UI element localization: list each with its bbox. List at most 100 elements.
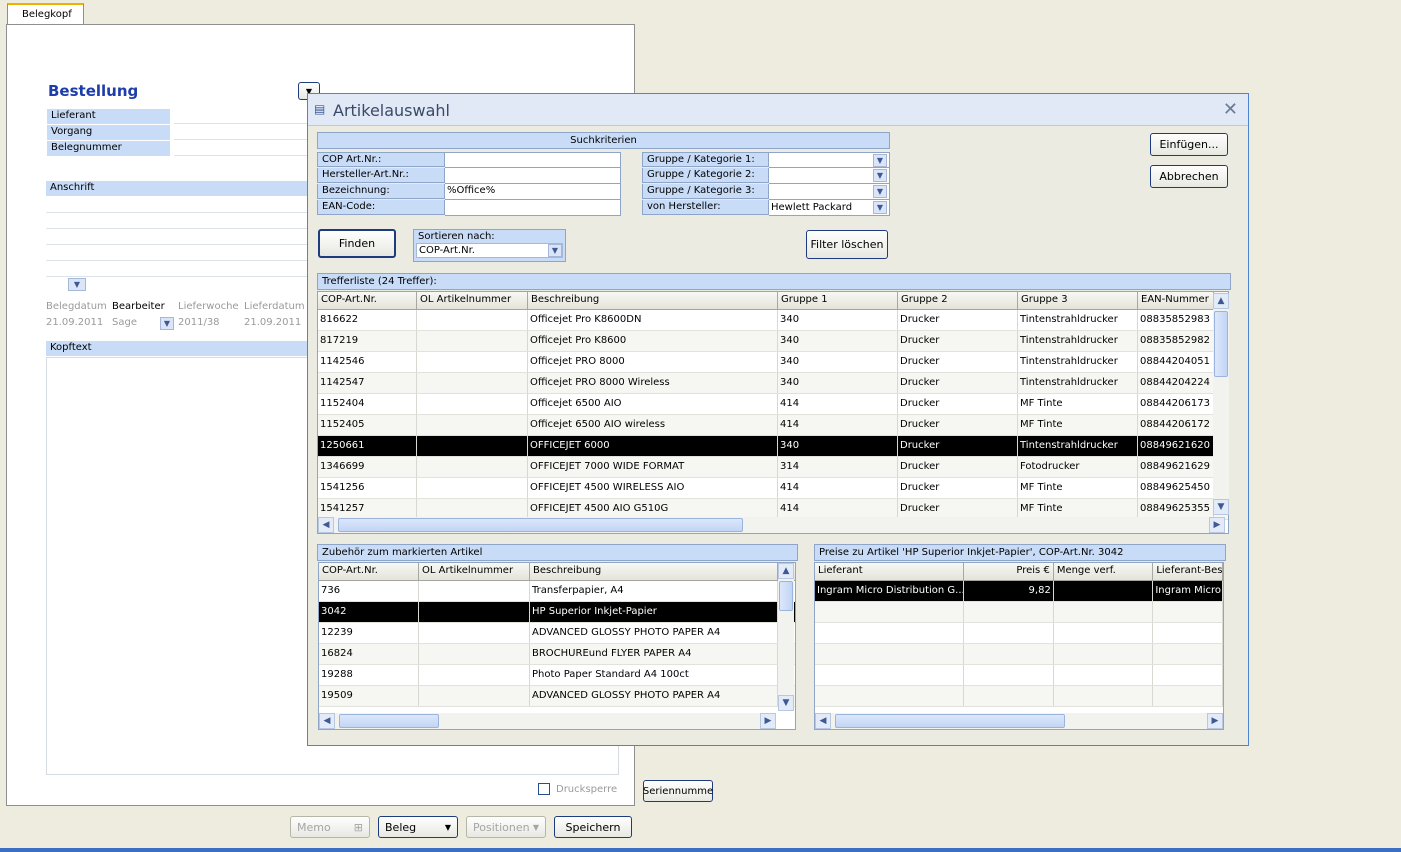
zubehoer-header-row: COP-Art.Nr. OL Artikelnummer Beschreibun… <box>319 563 795 581</box>
scroll-left-icon[interactable]: ◀ <box>319 713 335 729</box>
table-row[interactable]: 1346699 OFFICEJET 7000 WIDE FORMAT 314 Druc… <box>318 457 1228 478</box>
bearbeiter-dropdown-icon[interactable]: ▼ <box>160 317 174 330</box>
table-row[interactable]: 1152405 Officejet 6500 AIO wireless 414 Dru… <box>318 415 1228 436</box>
table-row[interactable]: 12239 ADVANCED GLOSSY PHOTO PAPER A4 <box>319 623 795 644</box>
table-cell: ADVANCED GLOSSY PHOTO PAPER A4 <box>530 686 778 706</box>
einfuegen-button[interactable]: Einfügen... <box>1150 133 1228 156</box>
table-row[interactable]: 736 Transferpapier, A4 <box>319 581 795 602</box>
suchkriterien-header: Suchkriterien <box>317 132 890 149</box>
close-icon[interactable]: ✕ <box>1223 99 1238 120</box>
positionen-dropdown-icon: ▼ <box>532 822 539 832</box>
zubehoer-hscroll[interactable]: ◀ ▶ <box>319 713 776 729</box>
kategorie-2-select[interactable]: ▼ <box>769 168 890 184</box>
col-lieferant-bes[interactable]: Lieferant-Bes <box>1153 563 1223 580</box>
tab-belegkopf[interactable]: Belegkopf <box>7 3 84 25</box>
filter-loeschen-button[interactable]: Filter löschen <box>806 230 888 259</box>
col-zub-cop-artnr[interactable]: COP-Art.Nr. <box>319 563 419 580</box>
col-gruppe-1[interactable]: Gruppe 1 <box>778 292 898 309</box>
col-menge-verf[interactable]: Menge verf. <box>1054 563 1154 580</box>
col-gruppe-3[interactable]: Gruppe 3 <box>1018 292 1138 309</box>
lieferwoche-field[interactable]: 2011/38 <box>178 317 240 330</box>
beleg-button[interactable]: Beleg ▼ <box>378 816 458 838</box>
zubehoer-vscroll[interactable]: ▲ ▼ <box>778 563 794 711</box>
scroll-right-icon[interactable]: ▶ <box>1207 713 1223 729</box>
speichern-button[interactable]: Speichern <box>554 816 632 838</box>
sort-select[interactable]: COP-Art.Nr. ▼ <box>416 243 563 258</box>
scroll-up-icon[interactable]: ▲ <box>1213 293 1229 309</box>
bearbeiter-field[interactable]: Sage ▼ <box>112 317 174 330</box>
hersteller-select[interactable]: Hewlett Packard ▼ <box>769 200 890 216</box>
belegnummer-field[interactable] <box>174 141 308 156</box>
table-row[interactable]: Ingram Micro Distribution G... 9,82 Ingram… <box>815 581 1223 602</box>
table-row[interactable]: 19509 ADVANCED GLOSSY PHOTO PAPER A4 <box>319 686 795 707</box>
scroll-right-icon[interactable]: ▶ <box>1209 517 1225 533</box>
table-cell: 314 <box>778 457 898 477</box>
col-ol-artikelnummer[interactable]: OL Artikelnummer <box>417 292 528 309</box>
scroll-down-icon[interactable]: ▼ <box>778 695 794 711</box>
table-row[interactable]: 1541256 OFFICEJET 4500 WIRELESS AIO 414 Dru… <box>318 478 1228 499</box>
hersteller-artnr-input[interactable] <box>445 168 621 184</box>
ean-input[interactable] <box>445 200 621 216</box>
results-vscroll[interactable]: ▲ ▼ <box>1213 293 1229 515</box>
table-row[interactable]: 1142547 Officejet PRO 8000 Wireless 340 Dru… <box>318 373 1228 394</box>
vorgang-field[interactable] <box>174 125 308 140</box>
table-row[interactable]: 19288 Photo Paper Standard A4 100ct <box>319 665 795 686</box>
scroll-down-icon[interactable]: ▼ <box>1213 499 1229 515</box>
preise-hscroll-thumb[interactable] <box>835 714 1065 728</box>
col-zub-beschreibung[interactable]: Beschreibung <box>530 563 778 580</box>
table-row[interactable]: 816622 Officejet Pro K8600DN 340 Drucker Tin… <box>318 310 1228 331</box>
scroll-left-icon[interactable]: ◀ <box>815 713 831 729</box>
table-row[interactable] <box>815 665 1223 686</box>
chevron-down-icon[interactable]: ▼ <box>548 244 562 257</box>
scroll-up-icon[interactable]: ▲ <box>778 563 794 579</box>
drucksperre-checkbox[interactable] <box>538 783 550 795</box>
table-row[interactable]: 817219 Officejet Pro K8600 340 Drucker Tinte… <box>318 331 1228 352</box>
kategorie-3-select[interactable]: ▼ <box>769 184 890 200</box>
chevron-down-icon[interactable]: ▼ <box>873 201 887 214</box>
results-vscroll-thumb[interactable] <box>1214 311 1228 377</box>
col-ean-nummer[interactable]: EAN-Nummer <box>1138 292 1214 309</box>
positionen-button[interactable]: Positionen ▼ <box>466 816 546 838</box>
table-row[interactable]: 1152404 Officejet 6500 AIO 414 Drucker MF Ti… <box>318 394 1228 415</box>
col-preis[interactable]: Preis € <box>964 563 1054 580</box>
preise-header: Preise zu Artikel 'HP Superior Inkjet-Pa… <box>814 544 1226 561</box>
results-hscroll[interactable]: ◀ ▶ <box>318 517 1225 533</box>
finden-button[interactable]: Finden <box>318 229 396 258</box>
results-hscroll-thumb[interactable] <box>338 518 743 532</box>
table-row[interactable] <box>815 644 1223 665</box>
chevron-down-icon[interactable]: ▼ <box>873 169 887 182</box>
table-cell: Drucker <box>898 352 1018 372</box>
table-row[interactable]: 1250661 OFFICEJET 6000 340 Drucker Tintenstr… <box>318 436 1228 457</box>
memo-button[interactable]: Memo ⊞ <box>290 816 370 838</box>
table-row[interactable]: 1142546 Officejet PRO 8000 340 Drucker Tinte… <box>318 352 1228 373</box>
table-cell: BROCHUREund FLYER PAPER A4 <box>530 644 778 664</box>
kategorie-1-select[interactable]: ▼ <box>769 152 890 168</box>
zubehoer-hscroll-thumb[interactable] <box>339 714 439 728</box>
land-dropdown[interactable]: ▼ <box>68 278 86 291</box>
col-gruppe-2[interactable]: Gruppe 2 <box>898 292 1018 309</box>
seriennummer-button[interactable]: Seriennumme <box>643 780 713 802</box>
col-beschreibung[interactable]: Beschreibung <box>528 292 778 309</box>
table-row[interactable] <box>815 623 1223 644</box>
table-cell: 08844204224 <box>1138 373 1214 393</box>
scroll-left-icon[interactable]: ◀ <box>318 517 334 533</box>
preise-hscroll[interactable]: ◀ ▶ <box>815 713 1223 729</box>
table-row[interactable]: 3042 HP Superior Inkjet-Papier <box>319 602 795 623</box>
table-row[interactable] <box>815 686 1223 707</box>
abbrechen-button[interactable]: Abbrechen <box>1150 165 1228 188</box>
cop-artnr-input[interactable] <box>445 152 621 168</box>
col-lieferant[interactable]: Lieferant <box>815 563 965 580</box>
lieferdatum-field[interactable]: 21.09.2011 <box>244 317 306 330</box>
anschrift-fields[interactable] <box>46 197 308 277</box>
belegdatum-field[interactable]: 21.09.2011 <box>46 317 108 330</box>
zubehoer-vscroll-thumb[interactable] <box>779 581 793 611</box>
col-zub-ol-artikelnummer[interactable]: OL Artikelnummer <box>419 563 530 580</box>
table-row[interactable]: 16824 BROCHUREund FLYER PAPER A4 <box>319 644 795 665</box>
chevron-down-icon[interactable]: ▼ <box>873 185 887 198</box>
chevron-down-icon[interactable]: ▼ <box>873 153 887 167</box>
lieferant-field[interactable] <box>174 109 308 124</box>
col-cop-artnr[interactable]: COP-Art.Nr. <box>318 292 417 309</box>
table-row[interactable] <box>815 602 1223 623</box>
scroll-right-icon[interactable]: ▶ <box>760 713 776 729</box>
bezeichnung-input[interactable]: %Office% <box>445 184 621 200</box>
